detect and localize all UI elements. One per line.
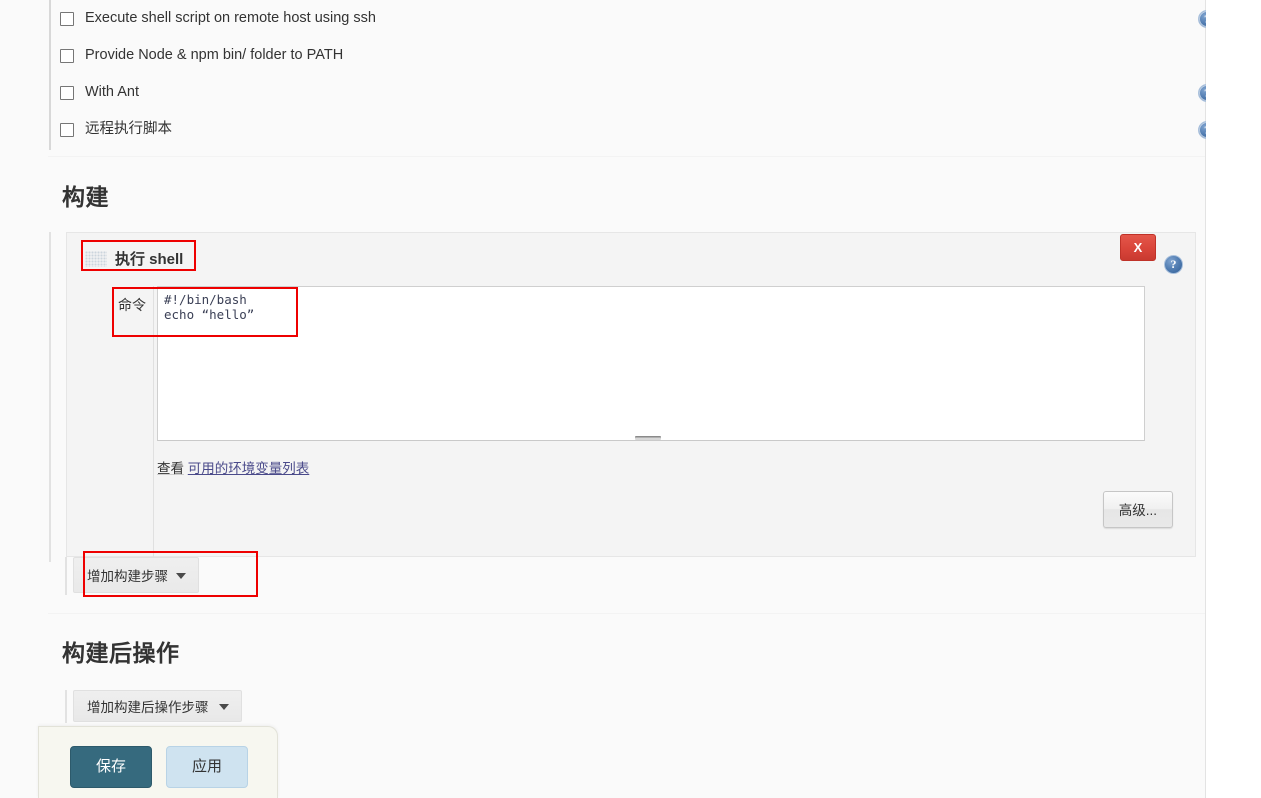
command-row-separator: [153, 286, 154, 561]
command-field-label: 命令: [118, 297, 146, 313]
add-build-step-rail: [65, 557, 67, 595]
right-gutter: [1206, 0, 1261, 798]
checkbox-row-remote-execute-script[interactable]: 远程执行脚本: [60, 111, 1216, 148]
form-action-bar: 保存 应用: [38, 726, 278, 798]
section-heading-post-build: 构建后操作: [62, 640, 180, 666]
build-step-title-label: 执行 shell: [115, 251, 184, 268]
env-vars-list-link[interactable]: 可用的环境变量列表: [188, 461, 310, 476]
advanced-button[interactable]: 高级...: [1102, 491, 1173, 528]
checkbox-label: Provide Node & npm bin/ folder to PATH: [85, 47, 344, 64]
build-step-title: 执行 shell: [85, 248, 183, 269]
section-divider-build: [48, 156, 1205, 157]
add-build-step-button[interactable]: 增加构建步骤: [73, 557, 199, 593]
checkbox-execute-shell-remote-ssh[interactable]: [60, 11, 74, 26]
env-vars-hint: 查看 可用的环境变量列表: [157, 457, 309, 477]
main-content-column: Execute shell script on remote host usin…: [0, 0, 1216, 798]
build-step-rail: [49, 232, 51, 562]
checkbox-with-ant[interactable]: [60, 85, 74, 100]
build-step-panel-execute-shell: 执行 shell X 命令 #!/bin/bash echo “hello” 查…: [66, 232, 1196, 574]
chevron-down-icon: [176, 573, 186, 579]
left-rail-divider: [49, 0, 51, 150]
add-build-step-label: 增加构建步骤: [87, 569, 168, 584]
checkbox-row-execute-shell-remote-ssh[interactable]: Execute shell script on remote host usin…: [60, 0, 1216, 37]
checkbox-label: Execute shell script on remote host usin…: [85, 10, 376, 27]
checkbox-label: With Ant: [85, 84, 139, 101]
delete-build-step-button[interactable]: X: [1120, 234, 1156, 261]
section-heading-build: 构建: [62, 184, 109, 210]
checkbox-row-provide-node-npm[interactable]: Provide Node & npm bin/ folder to PATH: [60, 37, 1200, 74]
checkbox-row-with-ant[interactable]: With Ant: [60, 74, 1216, 111]
checkbox-remote-execute-script[interactable]: [60, 122, 74, 137]
build-environment-checkbox-list: Execute shell script on remote host usin…: [60, 0, 1216, 148]
section-divider-post-build: [48, 613, 1205, 614]
drag-handle-icon[interactable]: [85, 250, 107, 267]
apply-button[interactable]: 应用: [166, 746, 248, 788]
env-vars-hint-prefix: 查看: [157, 461, 184, 476]
add-post-build-step-label: 增加构建后操作步骤: [87, 700, 209, 715]
textarea-resize-handle[interactable]: [635, 436, 661, 440]
add-post-build-step-button[interactable]: 增加构建后操作步骤: [73, 690, 242, 722]
command-textarea[interactable]: #!/bin/bash echo “hello”: [157, 286, 1145, 441]
checkbox-label: 远程执行脚本: [85, 121, 172, 138]
jenkins-job-config-page: Execute shell script on remote host usin…: [0, 0, 1261, 798]
checkbox-provide-node-npm[interactable]: [60, 48, 74, 63]
add-post-build-step-rail: [65, 690, 67, 723]
chevron-down-icon: [218, 704, 229, 710]
help-icon[interactable]: [1164, 255, 1183, 274]
save-button[interactable]: 保存: [70, 746, 152, 788]
